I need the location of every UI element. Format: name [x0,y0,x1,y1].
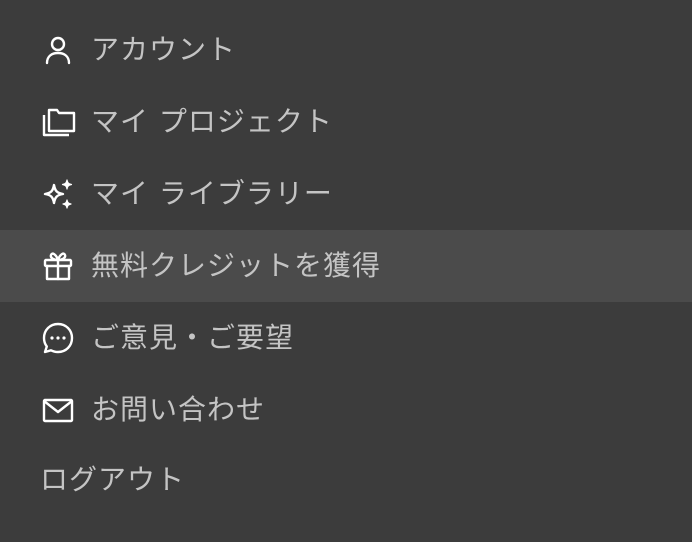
chat-bubble-icon [40,320,76,356]
menu-item-label: 無料クレジットを獲得 [91,249,382,282]
menu-item-my-library[interactable]: マイ ライブラリー [0,158,692,230]
menu-item-label: マイ プロジェクト [91,105,333,138]
menu-item-my-projects[interactable]: マイ プロジェクト [0,86,692,158]
user-icon [40,32,76,68]
menu-item-get-free-credits[interactable]: 無料クレジットを獲得 [0,230,692,302]
menu-item-contact[interactable]: お問い合わせ [0,374,692,446]
menu-item-label: アカウント [91,33,237,66]
folders-icon [40,104,76,140]
menu-item-label: お問い合わせ [91,393,266,426]
sparkles-icon [40,176,76,212]
gift-icon [40,248,76,284]
menu-item-label: ご意見・ご要望 [91,321,295,354]
menu-item-account[interactable]: アカウント [0,14,692,86]
menu-item-label: ログアウト [40,463,186,496]
menu-item-label: マイ ライブラリー [91,177,333,210]
mail-icon [40,392,76,428]
menu-item-logout[interactable]: ログアウト [0,444,692,516]
menu-item-feedback[interactable]: ご意見・ご要望 [0,302,692,374]
user-menu: アカウント マイ プロジェクト マイ ライブラリー 無料クレジットを獲得 ご意見… [0,0,692,542]
